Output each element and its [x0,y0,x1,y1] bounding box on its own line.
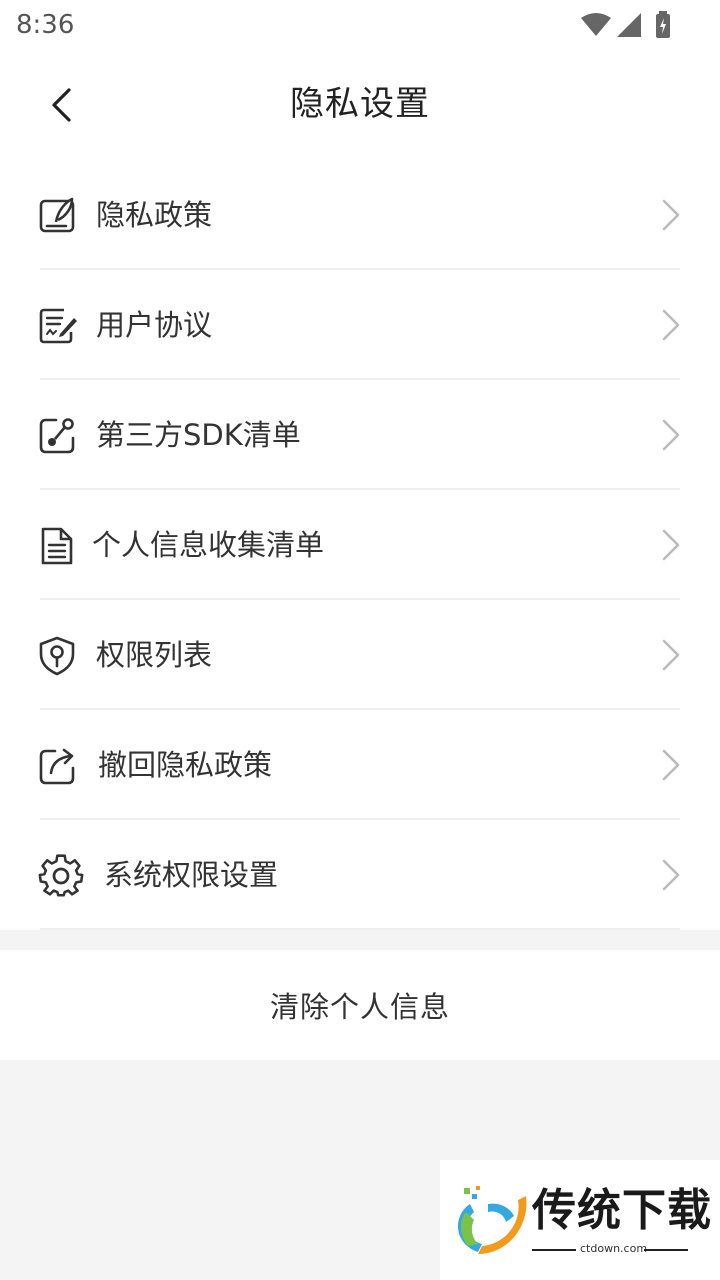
status-time: 8:36 [16,10,75,40]
page-title: 隐私设置 [290,84,430,124]
menu-item-system-permission-settings[interactable]: 系统权限设置 [0,820,720,930]
chevron-right-icon [662,529,680,561]
menu-item-label: 隐私政策 [96,198,213,232]
chevron-right-icon [662,309,680,341]
chevron-right-icon [662,639,680,671]
clear-personal-info-label: 清除个人信息 [269,990,450,1024]
revoke-share-icon [39,748,75,785]
watermark-line-left [532,1249,576,1251]
menu-item-label: 个人信息收集清单 [92,528,325,562]
watermark: 传统下载 ctdown.com [440,1160,720,1280]
menu-item-label: 系统权限设置 [104,858,279,892]
status-icons [580,11,676,39]
status-bar: 8:36 [0,0,720,50]
watermark-title: 传统下载 [532,1185,712,1236]
menu-item-label: 权限列表 [96,638,213,672]
watermark-line-right [644,1249,688,1251]
clear-personal-info-button[interactable]: 清除个人信息 [0,950,720,1060]
share-link-icon [39,418,75,454]
signal-icon [617,13,641,37]
nav-bar: 隐私设置 [0,60,720,150]
shield-key-icon [39,636,75,676]
watermark-logo-icon [458,1186,527,1254]
privacy-settings-screen: 8:36 隐私设置 隐私政策 用户协议 第三方SDK清单 个人信息收集清单 权限… [0,0,720,1280]
document-signature-icon [39,197,75,233]
battery-charging-icon [656,11,670,38]
chevron-right-icon [662,199,680,231]
wifi-icon [581,13,611,36]
divider [40,928,680,930]
menu-item-privacy-policy[interactable]: 隐私政策 [0,160,720,270]
menu-item-permission-list[interactable]: 权限列表 [0,600,720,710]
agreement-edit-icon [39,308,77,344]
menu-item-third-party-sdk[interactable]: 第三方SDK清单 [0,380,720,490]
chevron-right-icon [662,859,680,891]
menu-item-label: 第三方SDK清单 [96,418,301,452]
gear-icon [38,854,84,897]
menu-item-user-agreement[interactable]: 用户协议 [0,270,720,380]
chevron-right-icon [662,419,680,451]
menu-item-personal-info-list[interactable]: 个人信息收集清单 [0,490,720,600]
menu-item-label: 用户协议 [96,308,213,342]
menu-item-revoke-privacy-policy[interactable]: 撤回隐私政策 [0,710,720,820]
settings-menu: 隐私政策 用户协议 第三方SDK清单 个人信息收集清单 权限列表 撤回隐私政策 … [0,160,720,930]
chevron-right-icon [662,749,680,781]
file-list-icon [41,527,73,565]
menu-item-label: 撤回隐私政策 [98,748,273,782]
watermark-url: ctdown.com [580,1242,648,1255]
